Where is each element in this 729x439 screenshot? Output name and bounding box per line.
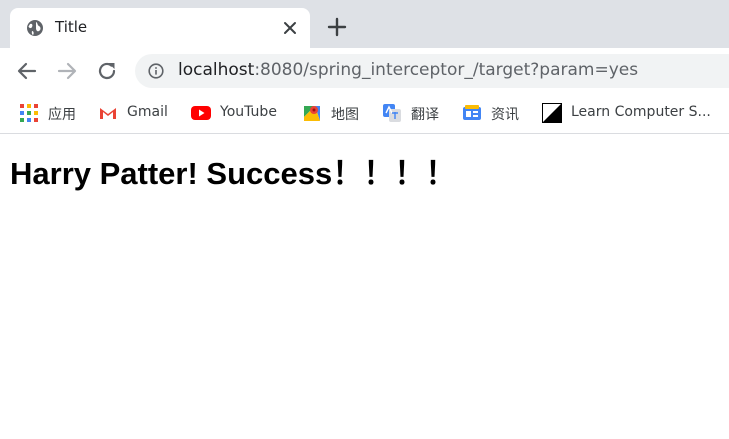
page-content: Harry Patter! Success！！！！ bbox=[10, 148, 456, 193]
translate-icon bbox=[383, 104, 401, 122]
back-arrow-icon[interactable] bbox=[15, 59, 39, 83]
maps-pin-icon bbox=[304, 106, 320, 121]
globe-icon bbox=[27, 20, 43, 36]
address-bar[interactable]: localhost:8080/spring_interceptor_/targe… bbox=[135, 54, 729, 88]
bookmark-label: 地图 bbox=[331, 107, 359, 123]
news-icon bbox=[463, 105, 481, 120]
youtube-icon bbox=[191, 106, 211, 120]
bookmark-label: YouTube bbox=[220, 104, 277, 120]
forward-arrow-icon[interactable] bbox=[55, 59, 79, 83]
active-tab[interactable]: Title bbox=[10, 8, 310, 48]
bookmark-label: Learn Computer S... bbox=[571, 104, 711, 120]
apps-grid-icon bbox=[20, 104, 38, 122]
page-heading: Harry Patter! Success！！！！ bbox=[10, 156, 457, 191]
bookmark-label: 翻译 bbox=[411, 107, 439, 123]
info-icon[interactable] bbox=[148, 63, 164, 79]
bookmark-label: 应用 bbox=[48, 107, 76, 123]
url-path: :8080/spring_interceptor_/target?param=y… bbox=[254, 60, 639, 80]
bookmark-label: Gmail bbox=[127, 104, 168, 120]
close-icon[interactable] bbox=[280, 18, 300, 38]
url-host: localhost bbox=[178, 60, 255, 80]
gmail-icon bbox=[100, 108, 116, 119]
browser-toolbar: localhost:8080/spring_interceptor_/targe… bbox=[0, 48, 729, 94]
tab-title: Title bbox=[55, 18, 88, 36]
learn-computer-icon bbox=[542, 103, 562, 123]
tab-strip: Title bbox=[0, 0, 729, 48]
reload-icon[interactable] bbox=[95, 59, 119, 83]
bookmark-label: 资讯 bbox=[491, 107, 519, 123]
new-tab-plus-icon[interactable] bbox=[326, 16, 348, 38]
url-text[interactable]: localhost:8080/spring_interceptor_/targe… bbox=[178, 60, 638, 80]
bookmarks-bar: 应用 Gmail YouTube 地图 翻译 资讯 Learn Computer… bbox=[0, 94, 729, 134]
